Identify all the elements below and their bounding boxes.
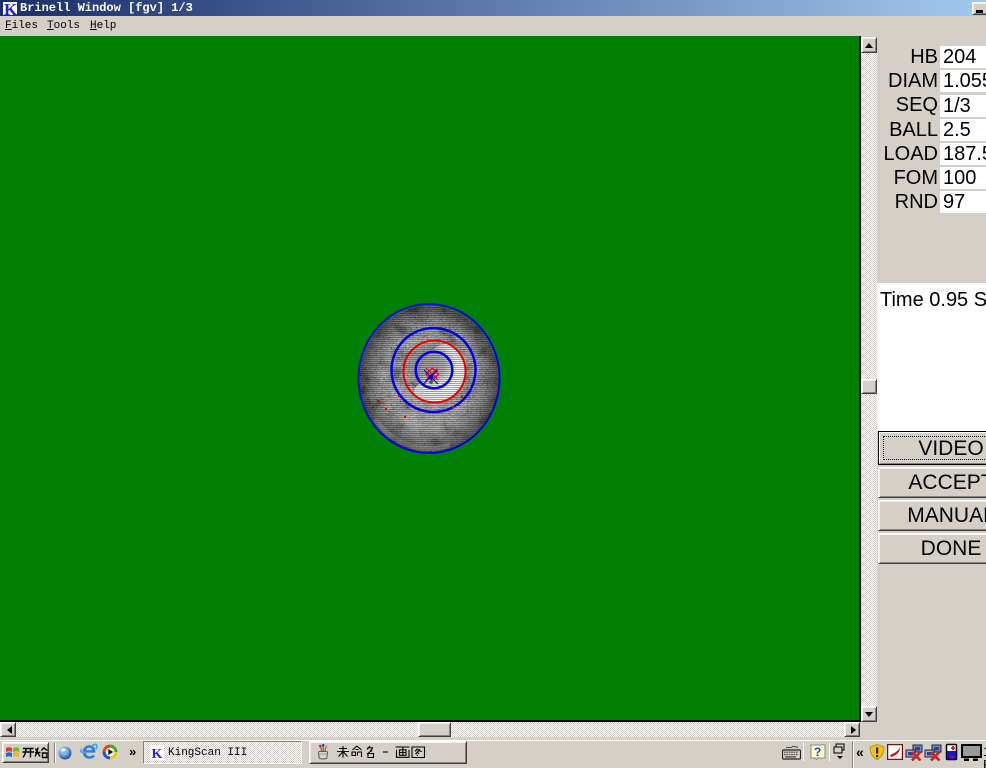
svg-text:?: ? <box>814 745 821 759</box>
